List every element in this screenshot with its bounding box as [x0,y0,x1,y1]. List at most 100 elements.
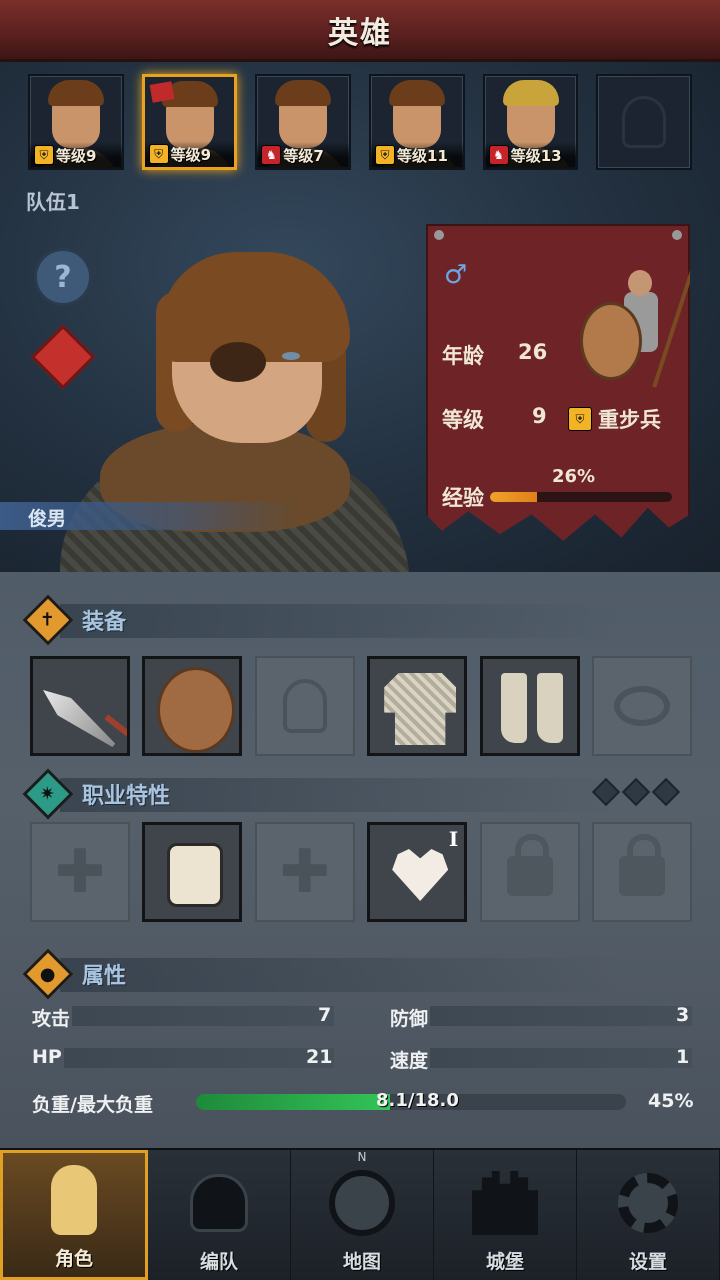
level-stat-label: 等级 [442,408,484,432]
castle-icon [470,1165,540,1241]
portrait-hair [388,80,445,106]
traits-title: 职业特性 [82,784,171,809]
nav-label: 设置 [628,1251,667,1273]
horse-icon: ♞ [261,145,282,165]
level-tag: ♞ 等级13 [484,142,577,168]
section-divider [60,958,620,992]
trait-gems [591,777,681,807]
level-label: 等级11 [397,146,448,165]
section-divider [60,604,620,638]
roster-slot[interactable]: ⛨ 等级11 [369,74,465,170]
hero-area: ⛨ 等级9 ⛨ 等级9 ♞ 等级7 ⛨ 等级11 ♞ 等级13 队伍1 ? 俊男… [0,62,720,588]
level-label: 等级7 [283,146,324,165]
portrait-hair [47,80,104,106]
ring-placeholder-icon [613,686,670,726]
horse-icon: ♞ [488,145,509,165]
nav-tab-map[interactable]: 地图 [291,1150,434,1280]
age-label: 年龄 [442,344,484,368]
hp-label: HP [32,1046,62,1068]
trait-slot-locked[interactable] [479,822,580,922]
shield-icon: ⛨ [148,144,169,164]
banner-pin [434,230,444,240]
gem-icon [621,777,651,807]
trait-rank: I [448,827,459,851]
trait-slot-gauntlet[interactable] [142,822,243,922]
star-icon: ✷ [22,768,74,820]
traits-header: ✷ 职业特性 [22,768,171,820]
level-tag: ⛨ 等级9 [144,141,235,167]
lock-icon [506,834,553,896]
boots-icon [500,673,527,743]
level-label: 等级13 [510,146,562,165]
trait-slot-empty[interactable]: ✚ [30,822,130,922]
gear-icon [613,1165,683,1241]
equipment-slot-weapon[interactable] [30,656,130,756]
roster-slot[interactable]: ♞ 等级7 [255,74,352,170]
level-tag: ⛨ 等级11 [371,142,463,168]
speed-label: 速度 [390,1050,429,1072]
nav-label: 编队 [199,1251,238,1273]
nav-label: 城堡 [485,1251,524,1273]
trait-slot-locked[interactable] [591,822,692,922]
level-label: 等级9 [170,145,212,164]
hero-detail-panel: ✝ 装备 ✷ 职业特性 ✚ ✚ I ● 属性 攻击 7 防御 3 HP 21 速… [0,572,720,1148]
equipment-slot-offhand[interactable] [142,656,243,756]
banner-pin [672,230,682,240]
load-value: 8.1/18.0 [376,1090,459,1111]
person-icon: ● [22,948,74,1000]
roster-slot[interactable]: ♞ 等级13 [482,74,579,170]
level-tag: ♞ 等级7 [257,142,350,168]
nav-tab-formation[interactable]: 编队 [148,1150,291,1280]
portrait-hair [275,80,332,106]
figure-spear [652,264,690,388]
trait-slot-empty[interactable]: ✚ [254,822,355,922]
male-icon: ♂ [444,260,468,290]
trait-slot-heart[interactable]: I [367,822,468,922]
empty-helmet-icon [622,96,667,148]
nav-tab-settings[interactable]: 设置 [577,1150,720,1280]
page-title: 英雄 [328,15,392,51]
helmet-placeholder-icon [282,679,327,733]
speed-stat: 速度 [390,1046,428,1073]
defense-label: 防御 [390,1008,429,1030]
load-stat: 负重/最大负重 [32,1090,153,1117]
roster-slot[interactable]: ⛨ 等级9 [28,74,124,170]
level-value: 9 [532,404,547,428]
exp-percent: 26% [552,466,596,487]
figure-shield [580,302,642,380]
portrait-eye [282,352,300,360]
nav-tab-castle[interactable]: 城堡 [434,1150,577,1280]
hp-stat: HP [32,1046,62,1068]
equipment-slot-accessory[interactable] [591,656,692,756]
equipment-slot-feet[interactable] [479,656,580,756]
gem-icon [651,777,681,807]
attributes-header: ● 属性 [22,948,126,1000]
shield-icon: ⛨ [568,407,592,431]
equipment-slot-head[interactable] [254,656,355,756]
gem-icon [591,777,621,807]
round-shield-icon [157,667,236,753]
portrait-hair [502,80,559,106]
roster-slot-selected[interactable]: ⛨ 等级9 [141,74,238,170]
stat-divider [430,1006,692,1026]
cross-placeholder-icon: ✚ [279,837,330,907]
hp-value: 21 [306,1046,333,1068]
bottom-nav: 角色 编队 地图 城堡 设置 [0,1148,720,1280]
nav-tab-character[interactable]: 角色 [0,1150,148,1280]
lock-icon [618,834,665,896]
roster-slot-empty[interactable] [596,74,693,170]
attack-value: 7 [318,1004,332,1026]
equipment-grid [30,656,692,756]
stat-divider [430,1048,692,1068]
eyepatch [210,342,266,382]
equipment-header: ✝ 装备 [22,594,126,646]
title-bar: 英雄 [0,0,720,62]
exp-bar-fill [490,492,538,502]
load-bar-fill [196,1094,390,1110]
defense-stat: 防御 [390,1004,428,1031]
attack-stat: 攻击 [32,1004,70,1031]
spear-shaft [104,714,127,738]
exp-label: 经验 [442,486,484,510]
cross-placeholder-icon: ✚ [54,837,106,907]
equipment-slot-body[interactable] [367,656,468,756]
